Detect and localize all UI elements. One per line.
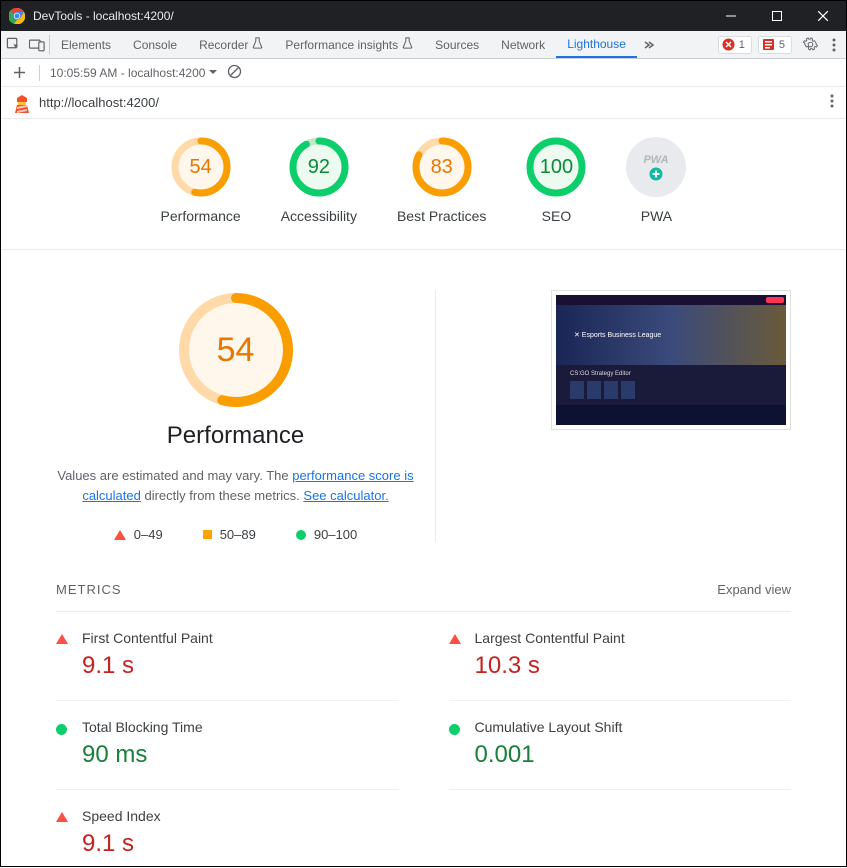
metric-fcp-value: 9.1 s <box>82 652 213 680</box>
pwa-icon: PWA <box>626 137 686 197</box>
error-count: 1 <box>739 39 745 51</box>
flask-icon <box>402 37 413 52</box>
performance-description: Values are estimated and may vary. The p… <box>56 466 415 505</box>
flask-icon <box>252 37 263 52</box>
gauge-performance-label: Performance <box>161 207 241 225</box>
legend-pass-icon <box>296 530 306 540</box>
fail-indicator-icon <box>449 634 461 644</box>
svg-text:PWA: PWA <box>644 154 669 166</box>
metric-si[interactable]: Speed Index 9.1 s <box>56 790 399 868</box>
metric-fcp-name: First Contentful Paint <box>82 630 213 646</box>
report-url: http://localhost:4200/ <box>39 95 159 110</box>
gauge-accessibility[interactable]: 92 Accessibility <box>281 137 357 225</box>
report-selector-label: 10:05:59 AM - localhost:4200 <box>50 66 205 80</box>
device-toolbar-icon[interactable] <box>25 31 49 58</box>
metric-tbt-value: 90 ms <box>82 741 203 769</box>
settings-gear-icon[interactable] <box>798 37 822 52</box>
kebab-menu-icon[interactable] <box>822 38 846 52</box>
metric-tbt[interactable]: Total Blocking Time 90 ms <box>56 701 399 790</box>
performance-big-gauge: 54 <box>176 290 296 410</box>
tab-sources[interactable]: Sources <box>424 31 490 58</box>
metric-cls-name: Cumulative Layout Shift <box>475 719 623 735</box>
tab-performance-insights[interactable]: Performance insights <box>274 31 424 58</box>
issue-icon <box>762 38 775 51</box>
gauge-accessibility-label: Accessibility <box>281 207 357 225</box>
metric-cls[interactable]: Cumulative Layout Shift 0.001 <box>449 701 792 790</box>
tab-elements[interactable]: Elements <box>50 31 122 58</box>
gauge-best-practices-score: 83 <box>412 137 472 197</box>
pass-indicator-icon <box>449 724 460 735</box>
issues-counter[interactable]: 5 <box>758 36 792 54</box>
metric-si-name: Speed Index <box>82 808 161 824</box>
metric-lcp-value: 10.3 s <box>475 652 625 680</box>
window-close-button[interactable] <box>800 1 846 31</box>
new-report-button[interactable] <box>9 66 29 79</box>
lighthouse-logo-icon <box>13 94 31 112</box>
report-url-row: http://localhost:4200/ <box>1 87 846 119</box>
score-gauges-row: 54 Performance 92 Accessibility 83 Best … <box>1 119 846 250</box>
report-selector[interactable]: 10:05:59 AM - localhost:4200 <box>50 66 217 80</box>
legend-average-icon <box>203 530 212 539</box>
chrome-logo-icon <box>9 8 25 24</box>
error-icon <box>722 38 735 51</box>
gauge-performance-score: 54 <box>171 137 231 197</box>
tab-console[interactable]: Console <box>122 31 188 58</box>
expand-view-toggle[interactable]: Expand view <box>717 582 791 597</box>
clear-icon[interactable] <box>227 64 242 82</box>
fail-indicator-icon <box>56 812 68 822</box>
metric-fcp[interactable]: First Contentful Paint 9.1 s <box>56 612 399 701</box>
legend-fail-icon <box>114 530 126 540</box>
link-see-calculator[interactable]: See calculator. <box>303 488 388 503</box>
metric-tbt-name: Total Blocking Time <box>82 719 203 735</box>
error-counter[interactable]: 1 <box>718 36 752 54</box>
metric-cls-value: 0.001 <box>475 741 623 769</box>
tab-recorder[interactable]: Recorder <box>188 31 274 58</box>
gauge-seo-label: SEO <box>542 207 572 225</box>
metric-lcp-name: Largest Contentful Paint <box>475 630 625 646</box>
gauge-pwa[interactable]: PWA PWA <box>626 137 686 225</box>
issue-count: 5 <box>779 39 785 51</box>
page-screenshot-thumbnail: ✕ Esports Business League CS:GO Strategy… <box>551 290 791 430</box>
legend-pass-range: 90–100 <box>314 527 357 542</box>
window-minimize-button[interactable] <box>708 1 754 31</box>
legend-average-range: 50–89 <box>220 527 256 542</box>
lighthouse-toolbar: 10:05:59 AM - localhost:4200 <box>1 59 846 87</box>
tab-lighthouse[interactable]: Lighthouse <box>556 31 637 58</box>
metrics-header: METRICS <box>56 582 122 597</box>
inspect-element-icon[interactable] <box>1 31 25 58</box>
report-content[interactable]: 54 Performance 92 Accessibility 83 Best … <box>1 119 846 868</box>
pass-indicator-icon <box>56 724 67 735</box>
performance-category-section: 54 Performance Values are estimated and … <box>1 250 846 572</box>
dropdown-caret-icon <box>209 70 217 75</box>
gauge-seo-score: 100 <box>526 137 586 197</box>
performance-big-score: 54 <box>176 290 296 410</box>
report-menu-icon[interactable] <box>830 94 834 111</box>
window-titlebar: DevTools - localhost:4200/ <box>1 1 846 31</box>
gauge-pwa-label: PWA <box>641 207 672 225</box>
gauge-best-practices-label: Best Practices <box>397 207 486 225</box>
legend-fail-range: 0–49 <box>134 527 163 542</box>
gauge-best-practices[interactable]: 83 Best Practices <box>397 137 486 225</box>
metrics-section: METRICS Expand view First Contentful Pai… <box>1 572 846 868</box>
window-maximize-button[interactable] <box>754 1 800 31</box>
more-tabs-icon[interactable] <box>637 31 661 58</box>
tab-network[interactable]: Network <box>490 31 556 58</box>
gauge-seo[interactable]: 100 SEO <box>526 137 586 225</box>
score-legend: 0–49 50–89 90–100 <box>56 527 415 542</box>
performance-category-title: Performance <box>56 422 415 450</box>
metric-si-value: 9.1 s <box>82 830 161 858</box>
window-title: DevTools - localhost:4200/ <box>33 9 174 23</box>
metric-lcp[interactable]: Largest Contentful Paint 10.3 s <box>449 612 792 701</box>
devtools-panel-tabs: Elements Console Recorder Performance in… <box>1 31 846 59</box>
gauge-accessibility-score: 92 <box>289 137 349 197</box>
gauge-performance[interactable]: 54 Performance <box>161 137 241 225</box>
fail-indicator-icon <box>56 634 68 644</box>
